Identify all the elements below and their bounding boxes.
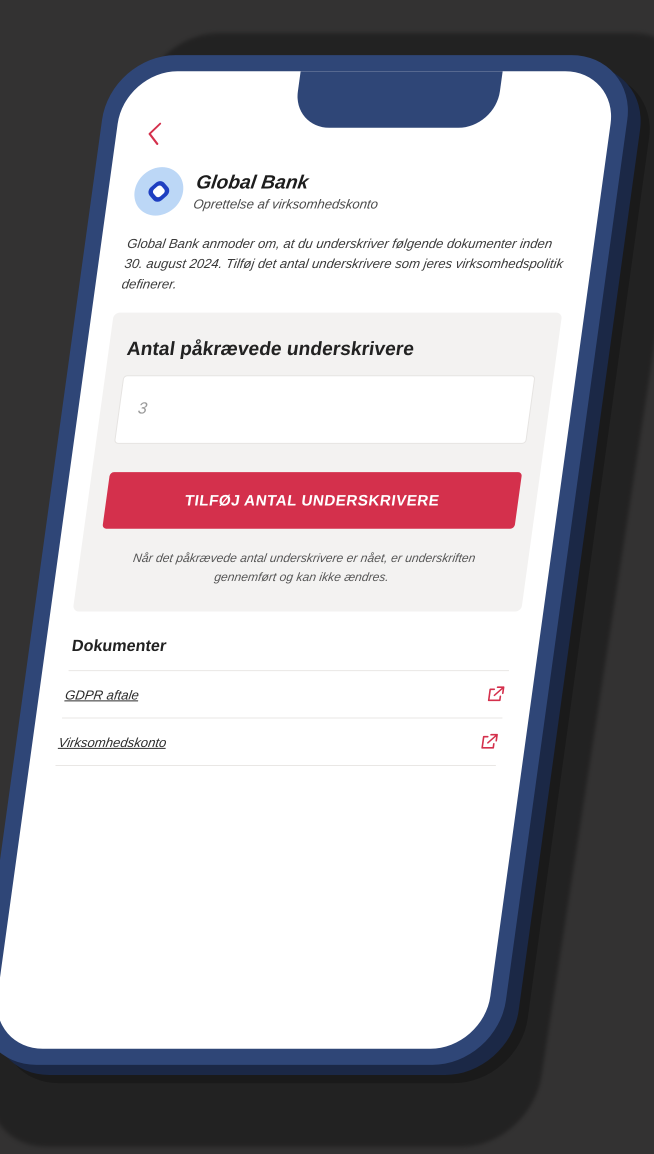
intro-text: Global Bank anmoder om, at du underskriv… bbox=[120, 235, 565, 292]
documents-heading: Dokumenter bbox=[70, 637, 168, 655]
add-signers-button[interactable]: TILFØJ ANTAL UNDERSKRIVERE bbox=[102, 472, 523, 529]
signers-count-value: 3 bbox=[136, 400, 149, 418]
phone-notch bbox=[292, 71, 503, 128]
add-signers-button-label: TILFØJ ANTAL UNDERSKRIVERE bbox=[183, 491, 441, 510]
documents-list: GDPR aftale Virksomhedskonto bbox=[55, 670, 510, 767]
signers-title: Antal påkrævede underskrivere bbox=[125, 338, 416, 361]
bank-text: Global Bank Oprettelse af virksomhedskon… bbox=[192, 172, 382, 211]
signers-count-input[interactable]: 3 bbox=[113, 375, 536, 444]
screen-content: Global Bank Oprettelse af virksomhedskon… bbox=[55, 122, 584, 767]
external-link-icon[interactable] bbox=[484, 684, 507, 704]
bank-logo-icon bbox=[131, 167, 187, 216]
external-link-icon[interactable] bbox=[478, 732, 501, 752]
document-link-gdpr[interactable]: GDPR aftale bbox=[64, 687, 140, 702]
chevron-left-icon bbox=[144, 121, 162, 152]
back-button[interactable] bbox=[144, 122, 584, 151]
signers-note: Når det påkrævede antal underskrivere er… bbox=[132, 550, 477, 585]
document-row[interactable]: GDPR aftale bbox=[62, 670, 510, 718]
bank-subtitle: Oprettelse af virksomhedskonto bbox=[192, 195, 380, 212]
stage: Global Bank Oprettelse af virksomhedskon… bbox=[0, 0, 654, 1154]
document-link-virksomhedskonto[interactable]: Virksomhedskonto bbox=[58, 734, 168, 749]
bank-name: Global Bank bbox=[194, 171, 310, 193]
bank-header: Global Bank Oprettelse af virksomhedskon… bbox=[131, 167, 578, 216]
document-row[interactable]: Virksomhedskonto bbox=[55, 717, 503, 767]
signers-panel: Antal påkrævede underskrivere 3 TILFØJ A… bbox=[72, 312, 563, 612]
